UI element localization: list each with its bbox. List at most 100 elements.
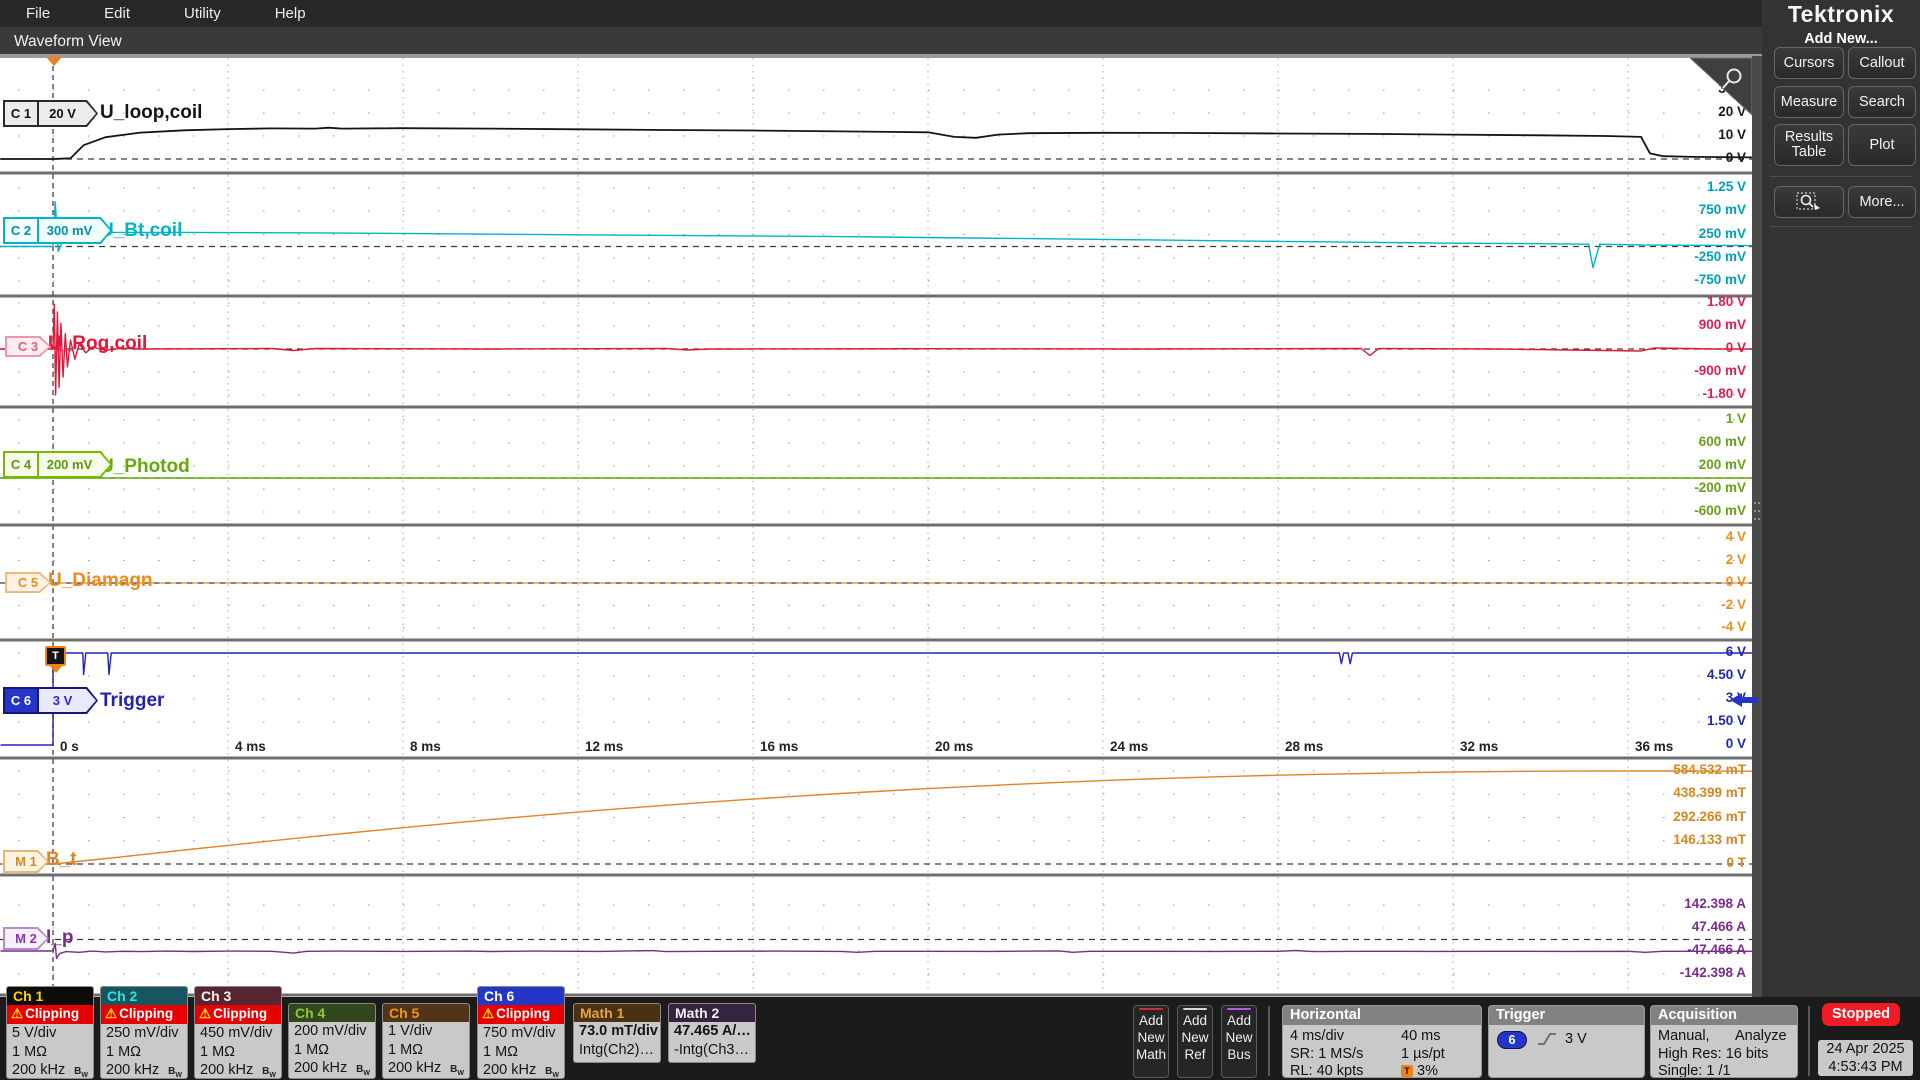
add-new-bus-button[interactable]: AddNewBus [1221,1005,1257,1078]
channel-card-row: 5 V/div [7,1024,93,1043]
sidebar-divider [1770,226,1912,227]
plot-button[interactable]: Plot [1848,124,1916,166]
measure-button[interactable]: Measure [1774,86,1844,118]
plot-right-strip [1752,56,1762,997]
waveform-view-tabbar: Waveform View T [0,27,1762,56]
trigger-position-icon[interactable] [46,57,62,66]
trigger-level-value: 3 V [1565,1031,1587,1047]
warning-icon: ⚠ [199,1006,211,1021]
clipping-warning: Clipping [496,1006,550,1021]
trigger-position-flag-icon: T [1401,1065,1413,1077]
math-expression: -Intg(Ch3… [669,1041,755,1060]
math-scale: 47.465 A/… [669,1022,755,1041]
channel-card-row: 1 MΩ [289,1041,375,1060]
channel-card-header[interactable]: Ch 6 [478,987,564,1005]
trigger-position-percent: 3% [1417,1063,1438,1078]
horizontal-scale: 4 ms/div [1290,1028,1344,1044]
ref-accent [1183,1008,1207,1010]
bandwidth-icon: BW [356,1061,370,1079]
acq-resolution: High Res: 16 bits [1658,1046,1768,1062]
channel-card-row: 1 MΩ [195,1043,281,1062]
channel-card-row: 1 V/div [383,1022,469,1041]
trace-U_Rog,coil [1,304,1753,395]
acquisition-title: Acquisition [1651,1006,1797,1025]
add-new-title: Add New... [1762,31,1920,47]
tab-waveform-view[interactable]: Waveform View [14,33,122,51]
channel-card-header[interactable]: Ch 5 [383,1004,469,1022]
menu-utility[interactable]: Utility [170,5,235,22]
channel-card-header[interactable]: Ch 1 [7,987,93,1005]
trigger-pane[interactable]: Trigger 6 3 V [1488,1005,1645,1078]
add-new-math-button[interactable]: AddNewMath [1133,1005,1169,1078]
acq-single: Single: 1 /1 [1658,1063,1731,1078]
channel-card-ch5[interactable]: Ch 51 V/div1 MΩ200 kHzBW [382,1003,470,1079]
trigger-source-t-badge[interactable]: T [45,646,66,666]
channel-card-row: 1 MΩ [101,1043,187,1062]
channel-card-header[interactable]: Ch 3 [195,987,281,1005]
bottom-divider [1268,1006,1270,1076]
math-card-1[interactable]: Math 173.0 mT/divIntg(Ch2)… [573,1003,661,1063]
channel-card-row: 200 mV/div [289,1022,375,1041]
menu-help[interactable]: Help [261,5,320,22]
math-accent [1139,1008,1163,1010]
math-card-header[interactable]: Math 1 [574,1004,660,1022]
menu-edit[interactable]: Edit [90,5,144,22]
run-stop-status-button[interactable]: Stopped [1822,1003,1900,1026]
waveform-display-area[interactable]: 30 V20 V10 V0 V1.25 V750 mV250 mV-250 mV… [0,56,1752,997]
math-card-2[interactable]: Math 247.465 A/…-Intg(Ch3… [668,1003,756,1063]
trace-I_p [1,943,1753,958]
channel-card-ch1[interactable]: Ch 1⚠Clipping5 V/div1 MΩ200 kHzBW [6,986,94,1079]
bandwidth-icon: BW [450,1061,464,1079]
menu-file[interactable]: File [12,5,64,22]
channel-card-row: 1 MΩ [383,1041,469,1060]
channel-card-row: 1 MΩ [7,1043,93,1062]
bus-accent [1227,1008,1251,1010]
channel-card-row: 200 kHzBW [478,1061,564,1079]
oscilloscope-app: File Edit Utility Help Waveform View T 3… [0,0,1920,1080]
callout-button[interactable]: Callout [1848,47,1916,79]
results-table-button[interactable]: Results Table [1774,124,1844,166]
record-length: RL: 40 kpts [1290,1063,1363,1078]
channel-card-header[interactable]: Ch 4 [289,1004,375,1022]
clipping-warning: Clipping [119,1006,173,1021]
waveform-canvas [0,56,1752,997]
channel-card-ch4[interactable]: Ch 4200 mV/div1 MΩ200 kHzBW [288,1003,376,1079]
channel-card-row: 200 kHzBW [101,1061,187,1079]
acq-analyze: Analyze [1735,1028,1787,1044]
sidebar: Tektronix Add New... Cursors Callout Mea… [1762,0,1920,1002]
acq-mode: Manual, [1658,1028,1710,1044]
menu-bar: File Edit Utility Help [0,0,1762,27]
bandwidth-icon: BW [262,1063,276,1079]
channel-card-ch3[interactable]: Ch 3⚠Clipping450 mV/div1 MΩ200 kHzBW [194,986,282,1079]
trace-U_loop,coil [1,128,1753,159]
horizontal-title: Horizontal [1283,1006,1481,1025]
drag-handle-icon[interactable] [1754,502,1760,524]
channel-card-row: 200 kHzBW [383,1059,469,1078]
acquisition-pane[interactable]: Acquisition Manual, Analyze High Res: 16… [1650,1005,1798,1078]
cursors-button[interactable]: Cursors [1774,47,1844,79]
datetime-display: 24 Apr 2025 4:53:43 PM [1818,1040,1913,1076]
zoom-select-button[interactable] [1774,186,1844,218]
channel-card-header[interactable]: Ch 2 [101,987,187,1005]
tektronix-logo: Tektronix [1762,1,1920,28]
bandwidth-icon: BW [168,1063,182,1079]
warning-icon: ⚠ [482,1006,494,1021]
trigger-source-pill: 6 [1497,1031,1527,1049]
zoom-flap-button[interactable] [1690,56,1752,116]
time-text: 4:53:43 PM [1818,1058,1913,1076]
channel-card-ch6[interactable]: Ch 6⚠Clipping750 mV/div1 MΩ200 kHzBW [477,986,565,1079]
channel-card-ch2[interactable]: Ch 2⚠Clipping250 mV/div1 MΩ200 kHzBW [100,986,188,1079]
more-button[interactable]: More... [1848,186,1916,218]
math-card-header[interactable]: Math 2 [669,1004,755,1022]
rising-edge-icon [1537,1031,1557,1047]
channel-card-row: 250 mV/div [101,1024,187,1043]
add-new-ref-button[interactable]: AddNewRef [1177,1005,1213,1078]
horizontal-pane[interactable]: Horizontal 4 ms/div 40 ms SR: 1 MS/s 1 µ… [1282,1005,1482,1078]
search-button[interactable]: Search [1848,86,1916,118]
sidebar-divider [1770,176,1912,177]
bandwidth-icon: BW [74,1063,88,1079]
warning-icon: ⚠ [11,1006,23,1021]
math-expression: Intg(Ch2)… [574,1041,660,1060]
channel-card-row: 200 kHzBW [7,1061,93,1079]
channel-card-row: 450 mV/div [195,1024,281,1043]
